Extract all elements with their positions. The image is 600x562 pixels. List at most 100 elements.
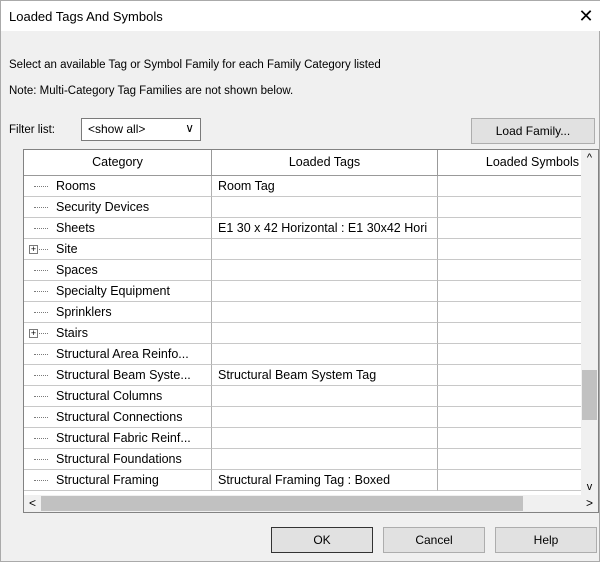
- table-row[interactable]: Structural Columns: [24, 386, 584, 407]
- table-row[interactable]: Structural Fabric Reinf...: [24, 428, 584, 449]
- loaded-symbols-cell[interactable]: [438, 428, 584, 449]
- instruction-line-1: Select an available Tag or Symbol Family…: [9, 59, 381, 71]
- loaded-tags-cell[interactable]: [212, 239, 438, 260]
- loaded-tags-cell[interactable]: [212, 449, 438, 470]
- category-cell: Structural Foundations: [24, 449, 212, 470]
- expand-plus-icon[interactable]: +: [29, 329, 38, 338]
- tree-connector: [34, 480, 48, 481]
- category-cell: Sheets: [24, 218, 212, 239]
- category-cell: Structural Fabric Reinf...: [24, 428, 212, 449]
- tree-connector: [34, 291, 48, 292]
- table-row[interactable]: Rooms Room Tag: [24, 176, 584, 197]
- category-cell: Spaces: [24, 260, 212, 281]
- loaded-symbols-cell[interactable]: [438, 218, 584, 239]
- loaded-symbols-cell[interactable]: [438, 176, 584, 197]
- horizontal-scroll-thumb[interactable]: [41, 496, 523, 511]
- scroll-right-arrow[interactable]: >: [581, 495, 598, 512]
- table-row[interactable]: Structural Beam Syste... Structural Beam …: [24, 365, 584, 386]
- loaded-symbols-cell[interactable]: [438, 260, 584, 281]
- column-header-loaded-symbols[interactable]: Loaded Symbols: [438, 150, 584, 176]
- tree-connector: [34, 375, 48, 376]
- category-label: Structural Fabric Reinf...: [56, 431, 191, 445]
- category-cell: + Site: [24, 239, 212, 260]
- table-row[interactable]: Structural Foundations: [24, 449, 584, 470]
- table-row[interactable]: Structural Connections: [24, 407, 584, 428]
- help-button[interactable]: Help: [495, 527, 597, 553]
- loaded-tags-cell[interactable]: [212, 428, 438, 449]
- category-cell: + Stairs: [24, 323, 212, 344]
- table-row[interactable]: Sprinklers: [24, 302, 584, 323]
- tree-connector: [34, 396, 48, 397]
- loaded-tags-cell[interactable]: [212, 386, 438, 407]
- loaded-symbols-cell[interactable]: [438, 197, 584, 218]
- category-label: Security Devices: [56, 200, 150, 214]
- tree-connector: [34, 438, 48, 439]
- category-cell: Rooms: [24, 176, 212, 197]
- table-row[interactable]: Security Devices: [24, 197, 584, 218]
- loaded-tags-cell[interactable]: [212, 281, 438, 302]
- column-header-category[interactable]: Category: [24, 150, 212, 176]
- horizontal-scrollbar[interactable]: < >: [24, 495, 598, 512]
- category-label: Site: [56, 242, 78, 256]
- filter-select[interactable]: <show all> ∨: [81, 118, 201, 141]
- category-label: Structural Columns: [56, 389, 163, 403]
- loaded-symbols-cell[interactable]: [438, 344, 584, 365]
- load-family-button[interactable]: Load Family...: [471, 118, 595, 144]
- chevron-down-icon: ∨: [185, 121, 194, 135]
- vertical-scrollbar[interactable]: ^ v: [581, 150, 598, 496]
- loaded-tags-cell[interactable]: [212, 323, 438, 344]
- title-bar: Loaded Tags And Symbols ✕: [1, 1, 600, 31]
- table-row[interactable]: Structural Area Reinfo...: [24, 344, 584, 365]
- loaded-tags-cell[interactable]: Structural Beam System Tag: [212, 365, 438, 386]
- table-row[interactable]: Specialty Equipment: [24, 281, 584, 302]
- scroll-up-arrow[interactable]: ^: [581, 150, 598, 167]
- category-cell: Structural Area Reinfo...: [24, 344, 212, 365]
- category-label: Sheets: [56, 221, 95, 235]
- category-label: Stairs: [56, 326, 88, 340]
- scroll-left-arrow[interactable]: <: [24, 495, 41, 512]
- category-cell: Structural Framing: [24, 470, 212, 491]
- table-row[interactable]: + Stairs: [24, 323, 584, 344]
- category-label: Specialty Equipment: [56, 284, 170, 298]
- loaded-symbols-cell[interactable]: [438, 407, 584, 428]
- close-icon[interactable]: ✕: [571, 1, 600, 31]
- loaded-symbols-cell[interactable]: [438, 386, 584, 407]
- vertical-scroll-thumb[interactable]: [582, 370, 597, 420]
- loaded-tags-cell[interactable]: [212, 197, 438, 218]
- category-label: Structural Foundations: [56, 452, 182, 466]
- tree-connector: [34, 312, 48, 313]
- category-cell: Sprinklers: [24, 302, 212, 323]
- loaded-tags-cell[interactable]: E1 30 x 42 Horizontal : E1 30x42 Hori: [212, 218, 438, 239]
- column-header-loaded-tags[interactable]: Loaded Tags: [212, 150, 438, 176]
- loaded-symbols-cell[interactable]: [438, 302, 584, 323]
- loaded-symbols-cell[interactable]: [438, 239, 584, 260]
- expand-plus-icon[interactable]: +: [29, 245, 38, 254]
- category-label: Structural Area Reinfo...: [56, 347, 189, 361]
- table-row[interactable]: Spaces: [24, 260, 584, 281]
- category-label: Structural Framing: [56, 473, 159, 487]
- filter-value: <show all>: [88, 122, 146, 136]
- category-cell: Structural Beam Syste...: [24, 365, 212, 386]
- category-label: Sprinklers: [56, 305, 112, 319]
- table-row[interactable]: + Site: [24, 239, 584, 260]
- category-table: Category Loaded Tags Loaded Symbols Room…: [23, 149, 599, 513]
- table-row[interactable]: Sheets E1 30 x 42 Horizontal : E1 30x42 H…: [24, 218, 584, 239]
- cancel-button[interactable]: Cancel: [383, 527, 485, 553]
- loaded-tags-cell[interactable]: [212, 260, 438, 281]
- loaded-tags-cell[interactable]: [212, 407, 438, 428]
- loaded-symbols-cell[interactable]: [438, 281, 584, 302]
- loaded-tags-cell[interactable]: Room Tag: [212, 176, 438, 197]
- loaded-symbols-cell[interactable]: [438, 470, 584, 491]
- loaded-symbols-cell[interactable]: [438, 323, 584, 344]
- tree-connector: [34, 228, 48, 229]
- loaded-tags-cell[interactable]: [212, 344, 438, 365]
- loaded-tags-cell[interactable]: [212, 302, 438, 323]
- loaded-tags-cell[interactable]: Structural Framing Tag : Boxed: [212, 470, 438, 491]
- scroll-down-arrow[interactable]: v: [581, 479, 598, 496]
- loaded-symbols-cell[interactable]: [438, 365, 584, 386]
- ok-button[interactable]: OK: [271, 527, 373, 553]
- instruction-line-2: Note: Multi-Category Tag Families are no…: [9, 85, 294, 97]
- loaded-symbols-cell[interactable]: [438, 449, 584, 470]
- table-row[interactable]: Structural Framing Structural Framing Tag…: [24, 470, 584, 491]
- tree-connector: [34, 417, 48, 418]
